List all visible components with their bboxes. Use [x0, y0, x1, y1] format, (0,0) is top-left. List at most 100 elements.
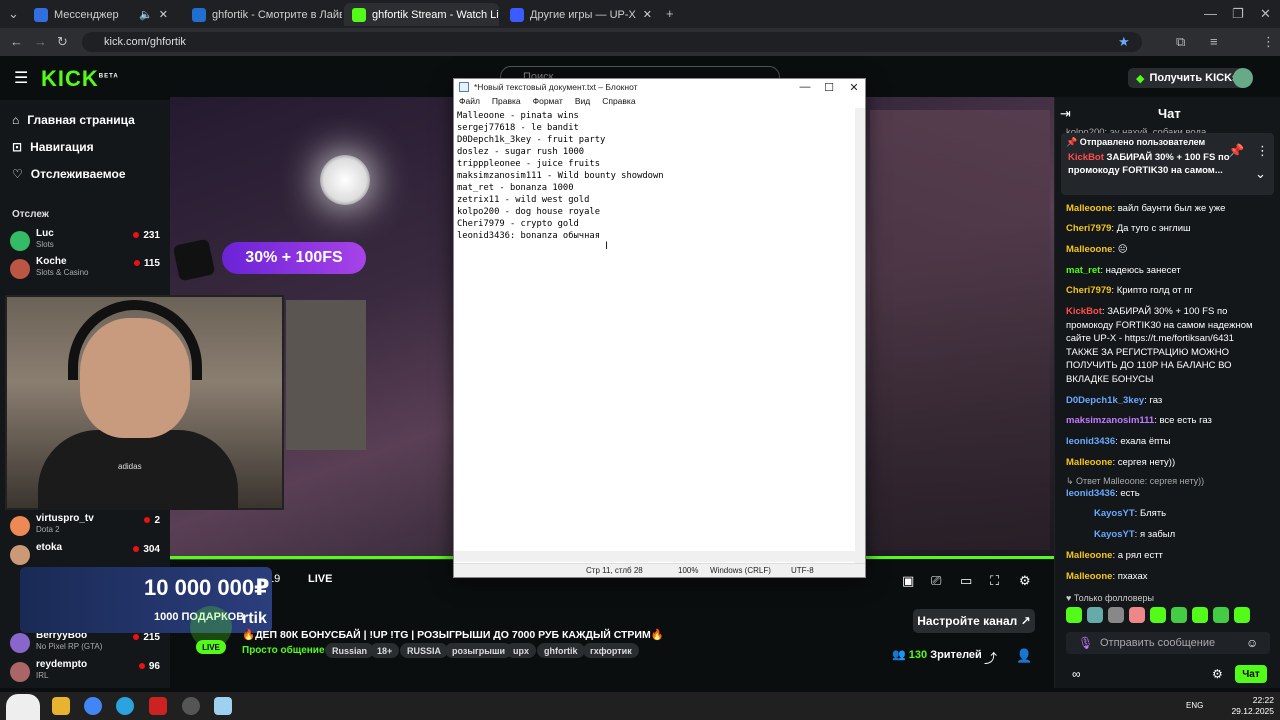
emote-icon[interactable] — [1234, 607, 1250, 623]
chat-username[interactable]: KayosYT — [1094, 508, 1135, 519]
chat-username[interactable]: KickBot — [1066, 306, 1102, 317]
share-icon[interactable]: ⤴ — [984, 648, 997, 667]
sidebar-channel[interactable]: Luc Slots 231 — [10, 228, 160, 254]
hamburger-menu-icon[interactable]: ☰ — [14, 68, 28, 88]
chrome-icon[interactable] — [84, 697, 102, 715]
chat-username[interactable]: Malleoone — [1066, 550, 1112, 561]
streamer-name[interactable]: rtik — [242, 610, 267, 628]
sidebar-item-browse[interactable]: ⊡ Навигация — [12, 140, 94, 154]
chat-username[interactable]: maksimzanosim111 — [1066, 415, 1154, 426]
notepad-minimize-icon[interactable]: — — [794, 79, 816, 95]
sidebar-item-home[interactable]: ⌂ Главная страница — [12, 113, 135, 127]
notepad-horizontal-scrollbar[interactable] — [454, 551, 855, 562]
chat-username[interactable]: Malleoone — [1066, 203, 1112, 214]
stream-tag[interactable]: ghfortik — [537, 643, 585, 658]
stream-tag[interactable]: upx — [506, 643, 537, 658]
kick-logo[interactable]: KICKBETA — [41, 66, 119, 92]
emote-icon[interactable] — [1108, 607, 1124, 623]
notepad-maximize-icon[interactable]: ☐ — [818, 79, 840, 95]
menu-view[interactable]: Вид — [575, 96, 590, 108]
chat-username[interactable]: leonid3436 — [1066, 436, 1115, 447]
emoji-picker-icon[interactable]: ☺ — [1246, 636, 1258, 650]
tab-search-icon[interactable]: ⌄ — [8, 6, 19, 22]
notepad-text-area[interactable]: Malleoone - pinata wins sergej77618 - le… — [457, 110, 855, 550]
unpin-icon[interactable]: 📌 — [1228, 143, 1244, 159]
emote-icon[interactable] — [1150, 607, 1166, 623]
taskbar-clock[interactable]: 22:22 29.12.2025 — [1226, 695, 1274, 717]
mic-icon[interactable]: 🎙 — [1078, 636, 1093, 650]
collapse-chat-icon[interactable]: ⇥ — [1060, 106, 1071, 122]
fullscreen-icon[interactable]: ⛶ — [990, 573, 999, 589]
setup-channel-button[interactable]: Настройте канал ↗ — [913, 609, 1035, 633]
avatar[interactable] — [1233, 68, 1253, 88]
stream-tag[interactable]: RUSSIA — [400, 643, 449, 658]
emote-icon[interactable] — [1213, 607, 1229, 623]
maximize-icon[interactable]: ❐ — [1232, 6, 1244, 22]
close-icon[interactable]: ✕ — [1260, 6, 1271, 22]
menu-edit[interactable]: Правка — [492, 96, 521, 108]
bookmark-star-icon[interactable]: ★ — [1118, 34, 1130, 50]
sidebar-channel[interactable]: etoka 304 — [10, 542, 160, 568]
telegram-icon[interactable] — [116, 697, 134, 715]
chevron-down-icon[interactable]: ⌄ — [1255, 166, 1266, 182]
follow-icon[interactable]: 👤 — [1016, 648, 1032, 664]
language-indicator[interactable]: ENG — [1186, 701, 1203, 710]
forward-icon[interactable]: → — [34, 34, 47, 49]
chat-send-button[interactable]: Чат — [1235, 665, 1267, 683]
minimize-icon[interactable]: — — [1204, 6, 1217, 21]
sidebar-channel[interactable]: reydempto IRL 96 — [10, 659, 160, 685]
gear-icon[interactable]: ⚙ — [1019, 573, 1031, 589]
stream-tag[interactable]: 18+ — [370, 643, 400, 658]
pip-icon[interactable]: ▭ — [960, 573, 972, 589]
chat-settings-icon[interactable]: ⚙ — [1212, 667, 1223, 681]
notepad-taskbar-icon[interactable] — [214, 697, 232, 715]
panda-icon[interactable] — [6, 694, 40, 720]
chat-username[interactable]: Malleoone — [1066, 571, 1112, 582]
menu-file[interactable]: Файл — [459, 96, 480, 108]
menu-format[interactable]: Формат — [533, 96, 563, 108]
sidebar-item-following[interactable]: ♡ Отслеживаемое — [12, 167, 126, 181]
tab-ghfortik-vk[interactable]: ghfortik - Смотрите в Лайве н ✕ — [184, 3, 342, 26]
app-icon[interactable] — [149, 697, 167, 715]
chat-username[interactable]: KayosYT — [1094, 529, 1135, 540]
extensions-icon[interactable]: ⧉ — [1176, 34, 1185, 50]
more-options-icon[interactable]: ⋮ — [1256, 143, 1269, 159]
stream-tag[interactable]: Russian — [325, 643, 375, 658]
emote-icon[interactable] — [1087, 607, 1103, 623]
sidebar-channel[interactable]: Koche Slots & Casino 115 — [10, 256, 160, 282]
stream-tag[interactable]: гхфортик — [583, 643, 639, 658]
chat-username[interactable]: mat_ret — [1066, 265, 1100, 276]
tab-close-icon[interactable]: ✕ — [643, 8, 652, 21]
menu-dots-icon[interactable]: ⋮ — [1262, 34, 1275, 50]
chat-username[interactable]: Cheri7979 — [1066, 285, 1111, 296]
emote-icon[interactable] — [1066, 607, 1082, 623]
back-icon[interactable]: ← — [10, 34, 23, 49]
stream-category[interactable]: Просто общение — [242, 645, 325, 656]
emote-icon[interactable] — [1171, 607, 1187, 623]
menu-help[interactable]: Справка — [602, 96, 635, 108]
notepad-close-icon[interactable]: ✕ — [843, 79, 865, 95]
reading-list-icon[interactable]: ≡ — [1210, 34, 1218, 49]
chat-username[interactable]: D0Depch1k_3key — [1066, 395, 1144, 406]
sidebar-channel[interactable]: virtuspro_tv Dota 2 2 — [10, 513, 160, 539]
tab-upx[interactable]: Другие игры — UP-X ✕ — [502, 3, 660, 26]
chat-message-input[interactable]: Отправить сообщение — [1066, 632, 1270, 654]
points-icon[interactable]: ∞ — [1072, 667, 1081, 681]
clip-icon[interactable]: ⎚ — [931, 573, 941, 589]
chat-username[interactable]: Malleoone — [1066, 244, 1112, 255]
new-tab-icon[interactable]: + — [666, 6, 674, 21]
audio-icon[interactable]: 🔈 — [139, 8, 153, 21]
obs-icon[interactable] — [182, 697, 200, 715]
emote-icon[interactable] — [1192, 607, 1208, 623]
reload-icon[interactable]: ↻ — [57, 34, 68, 50]
file-explorer-icon[interactable] — [52, 697, 70, 715]
notepad-vertical-scrollbar[interactable] — [855, 108, 865, 563]
tab-close-icon[interactable]: ✕ — [159, 8, 168, 21]
chat-username[interactable]: Cheri7979 — [1066, 223, 1111, 234]
address-bar[interactable]: kick.com/ghfortik — [82, 32, 1142, 52]
stream-tag[interactable]: розыгрыши — [445, 643, 513, 658]
chat-username[interactable]: Malleoone — [1066, 457, 1112, 468]
chat-username[interactable]: leonid3436 — [1066, 488, 1115, 499]
get-kicks-button[interactable]: ◆ Получить KICKs — [1128, 68, 1247, 88]
theater-mode-icon[interactable]: ▣ — [902, 573, 914, 589]
